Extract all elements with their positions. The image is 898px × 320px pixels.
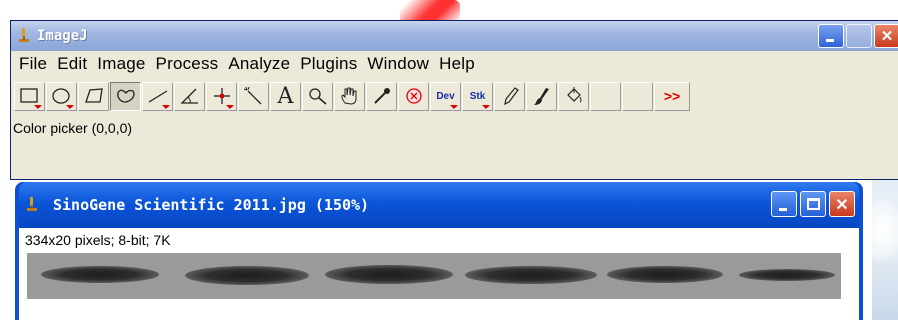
minimize-icon	[779, 208, 787, 211]
maximize-icon	[807, 198, 820, 210]
dev-tool[interactable]: Dev	[430, 81, 461, 111]
hand-scroll-icon	[340, 87, 356, 105]
stack-menu-icon: Stk	[469, 90, 486, 102]
close-icon: ✕	[880, 28, 894, 45]
polygon-selection-icon	[84, 88, 103, 103]
empty-slot-1[interactable]	[590, 81, 621, 111]
image-close-button[interactable]: ✕	[829, 191, 855, 217]
gel-band	[185, 266, 309, 285]
paintbrush-icon	[533, 88, 549, 105]
main-window-controls: ✕	[818, 24, 898, 48]
menu-edit[interactable]: Edit	[53, 54, 93, 74]
image-titlebar[interactable]: SinoGene Scientific 2011.jpg (150%) ✕	[19, 182, 859, 228]
oval-tool[interactable]	[46, 81, 77, 111]
menu-plugins[interactable]: Plugins	[296, 54, 363, 74]
image-canvas-area: 334x20 pixels; 8-bit; 7K	[19, 228, 859, 320]
microscope-icon	[27, 197, 37, 211]
status-bar: Color picker (0,0,0)	[11, 115, 898, 141]
empty-slot-2[interactable]	[622, 81, 653, 111]
freehand-tool[interactable]	[110, 81, 141, 111]
menu-analyze[interactable]: Analyze	[224, 54, 296, 74]
scroll-tool[interactable]	[334, 81, 365, 111]
gel-image[interactable]	[27, 253, 841, 299]
paint-bucket-icon	[566, 87, 581, 103]
dev-menu-icon: Dev	[436, 90, 455, 102]
angle-tool[interactable]	[174, 81, 205, 111]
dropdown-marker-icon	[162, 104, 170, 109]
magnifier-tool[interactable]	[302, 81, 333, 111]
close-button[interactable]: ✕	[874, 24, 898, 48]
image-window: SinoGene Scientific 2011.jpg (150%) ✕ 33…	[15, 182, 863, 320]
brush-tool[interactable]	[526, 81, 557, 111]
tool-bar: A Dev Stk >>	[11, 77, 898, 115]
main-window-title: ImageJ	[37, 28, 88, 44]
dropdown-marker-icon	[226, 104, 234, 109]
image-maximize-button[interactable]	[800, 191, 826, 217]
maximize-button[interactable]	[846, 24, 872, 48]
status-text: Color picker (0,0,0)	[13, 120, 133, 136]
minimize-icon	[826, 39, 834, 42]
imagej-main-window: ImageJ ✕ File Edit Image Process Analyze…	[10, 20, 898, 180]
main-titlebar[interactable]: ImageJ ✕	[11, 21, 898, 51]
color-picker-tool[interactable]	[366, 81, 397, 111]
pencil-tool[interactable]	[494, 81, 525, 111]
rectangle-tool[interactable]	[14, 81, 45, 111]
more-tools-icon: >>	[663, 88, 681, 104]
menu-window[interactable]: Window	[363, 54, 435, 74]
macro-tool[interactable]	[398, 81, 429, 111]
menu-image[interactable]: Image	[93, 54, 151, 74]
gel-band	[607, 266, 723, 283]
gel-band	[739, 269, 835, 281]
magnifier-icon	[308, 88, 326, 105]
image-window-controls: ✕	[771, 191, 855, 217]
point-tool[interactable]	[206, 81, 237, 111]
menu-file[interactable]: File	[15, 54, 53, 74]
flood-fill-tool[interactable]	[558, 81, 589, 111]
angle-icon	[179, 88, 198, 104]
menu-bar: File Edit Image Process Analyze Plugins …	[11, 51, 898, 77]
text-tool[interactable]: A	[270, 81, 301, 111]
dropdown-marker-icon	[450, 104, 458, 109]
microscope-icon	[19, 28, 29, 42]
menu-help[interactable]: Help	[435, 54, 481, 74]
pencil-icon	[503, 87, 519, 106]
image-info: 334x20 pixels; 8-bit; 7K	[25, 232, 171, 248]
dropdown-marker-icon	[34, 104, 42, 109]
gel-band	[325, 265, 453, 284]
polygon-tool[interactable]	[78, 81, 109, 111]
desktop-cloud	[862, 200, 898, 260]
menu-process[interactable]: Process	[152, 54, 225, 74]
line-tool[interactable]	[142, 81, 173, 111]
gel-band	[41, 266, 159, 283]
dropdown-marker-icon	[482, 104, 490, 109]
image-minimize-button[interactable]	[771, 191, 797, 217]
more-tools[interactable]: >>	[654, 81, 690, 111]
freehand-selection-icon	[116, 89, 135, 103]
wand-tool[interactable]	[238, 81, 269, 111]
image-window-title: SinoGene Scientific 2011.jpg (150%)	[53, 196, 370, 214]
gel-band	[465, 266, 597, 284]
magic-wand-icon	[243, 86, 261, 105]
dropdown-marker-icon	[66, 104, 74, 109]
eyedropper-icon	[373, 88, 390, 104]
close-icon: ✕	[835, 197, 849, 214]
circle-x-icon	[405, 88, 422, 104]
text-icon: A	[277, 83, 294, 109]
minimize-button[interactable]	[818, 24, 844, 48]
stk-tool[interactable]: Stk	[462, 81, 493, 111]
